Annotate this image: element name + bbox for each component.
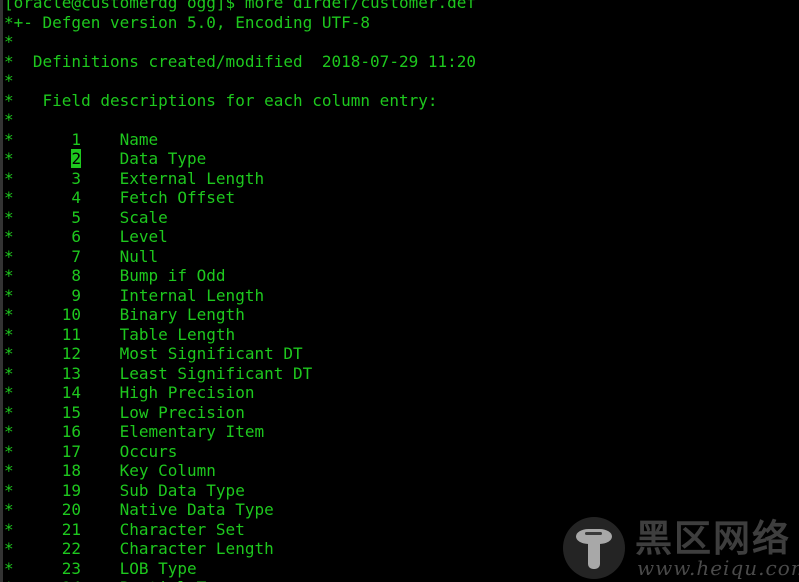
terminal-line-defgen-version: *+- Defgen version 5.0, Encoding UTF-8 bbox=[4, 12, 371, 32]
terminal-line-field-01: * 1 Name bbox=[4, 129, 159, 149]
terminal-line-field-09: * 9 Internal Length bbox=[4, 285, 265, 305]
terminal-window[interactable]: [oracle@customerdg ogg]$ more dirdef/cus… bbox=[0, 0, 799, 582]
terminal-line-field-desc-header: * Field descriptions for each column ent… bbox=[4, 90, 438, 110]
terminal-screen-text: [oracle@customerdg ogg]$ more dirdef/cus… bbox=[0, 0, 799, 582]
terminal-line-comment-blank-2: * bbox=[4, 71, 14, 90]
terminal-line-field-18: * 18 Key Column bbox=[4, 461, 216, 480]
terminal-line-field-11: * 11 Table Length bbox=[4, 324, 236, 344]
terminal-cursor: 2 bbox=[71, 149, 82, 168]
terminal-line-field-03: * 3 External Length bbox=[4, 168, 265, 188]
terminal-line-field-21: * 21 Character Set bbox=[4, 519, 245, 539]
terminal-line-comment-blank-1: * bbox=[4, 32, 14, 51]
terminal-line-field-19: * 19 Sub Data Type bbox=[4, 480, 245, 500]
terminal-line-field-13: * 13 Least Significant DT bbox=[4, 363, 313, 383]
terminal-line-prompt-line: [oracle@customerdg ogg]$ more dirdef/cus… bbox=[4, 0, 477, 12]
terminal-line-field-12: * 12 Most Significant DT bbox=[4, 344, 303, 363]
terminal-line-comment-blank-3: * bbox=[4, 110, 14, 129]
terminal-line-field-23: * 23 LOB Type bbox=[4, 558, 197, 578]
terminal-line-field-14: * 14 High Precision bbox=[4, 383, 255, 402]
terminal-line-field-16: * 16 Elementary Item bbox=[4, 422, 265, 441]
terminal-line-field-04: * 4 Fetch Offset bbox=[4, 188, 236, 207]
terminal-line-field-20: * 20 Native Data Type bbox=[4, 500, 274, 519]
terminal-line-definitions-line: * Definitions created/modified 2018-07-2… bbox=[4, 51, 477, 71]
terminal-line-field-05: * 5 Scale bbox=[4, 207, 168, 227]
terminal-line-field-17: * 17 Occurs bbox=[4, 441, 178, 461]
terminal-line-field-15: * 15 Low Precision bbox=[4, 402, 245, 422]
terminal-line-field-02: * 2 Data Type bbox=[4, 149, 207, 168]
terminal-line-field-07: * 7 Null bbox=[4, 246, 159, 266]
terminal-line-field-22: * 22 Character Length bbox=[4, 539, 274, 558]
terminal-left-edge-strip bbox=[0, 0, 3, 582]
terminal-line-field-08: * 8 Bump if Odd bbox=[4, 266, 226, 285]
terminal-line-field-06: * 6 Level bbox=[4, 227, 168, 246]
terminal-line-field-10: * 10 Binary Length bbox=[4, 305, 245, 324]
terminal-line-field-24: * 24 Partial Type bbox=[0, 578, 799, 582]
